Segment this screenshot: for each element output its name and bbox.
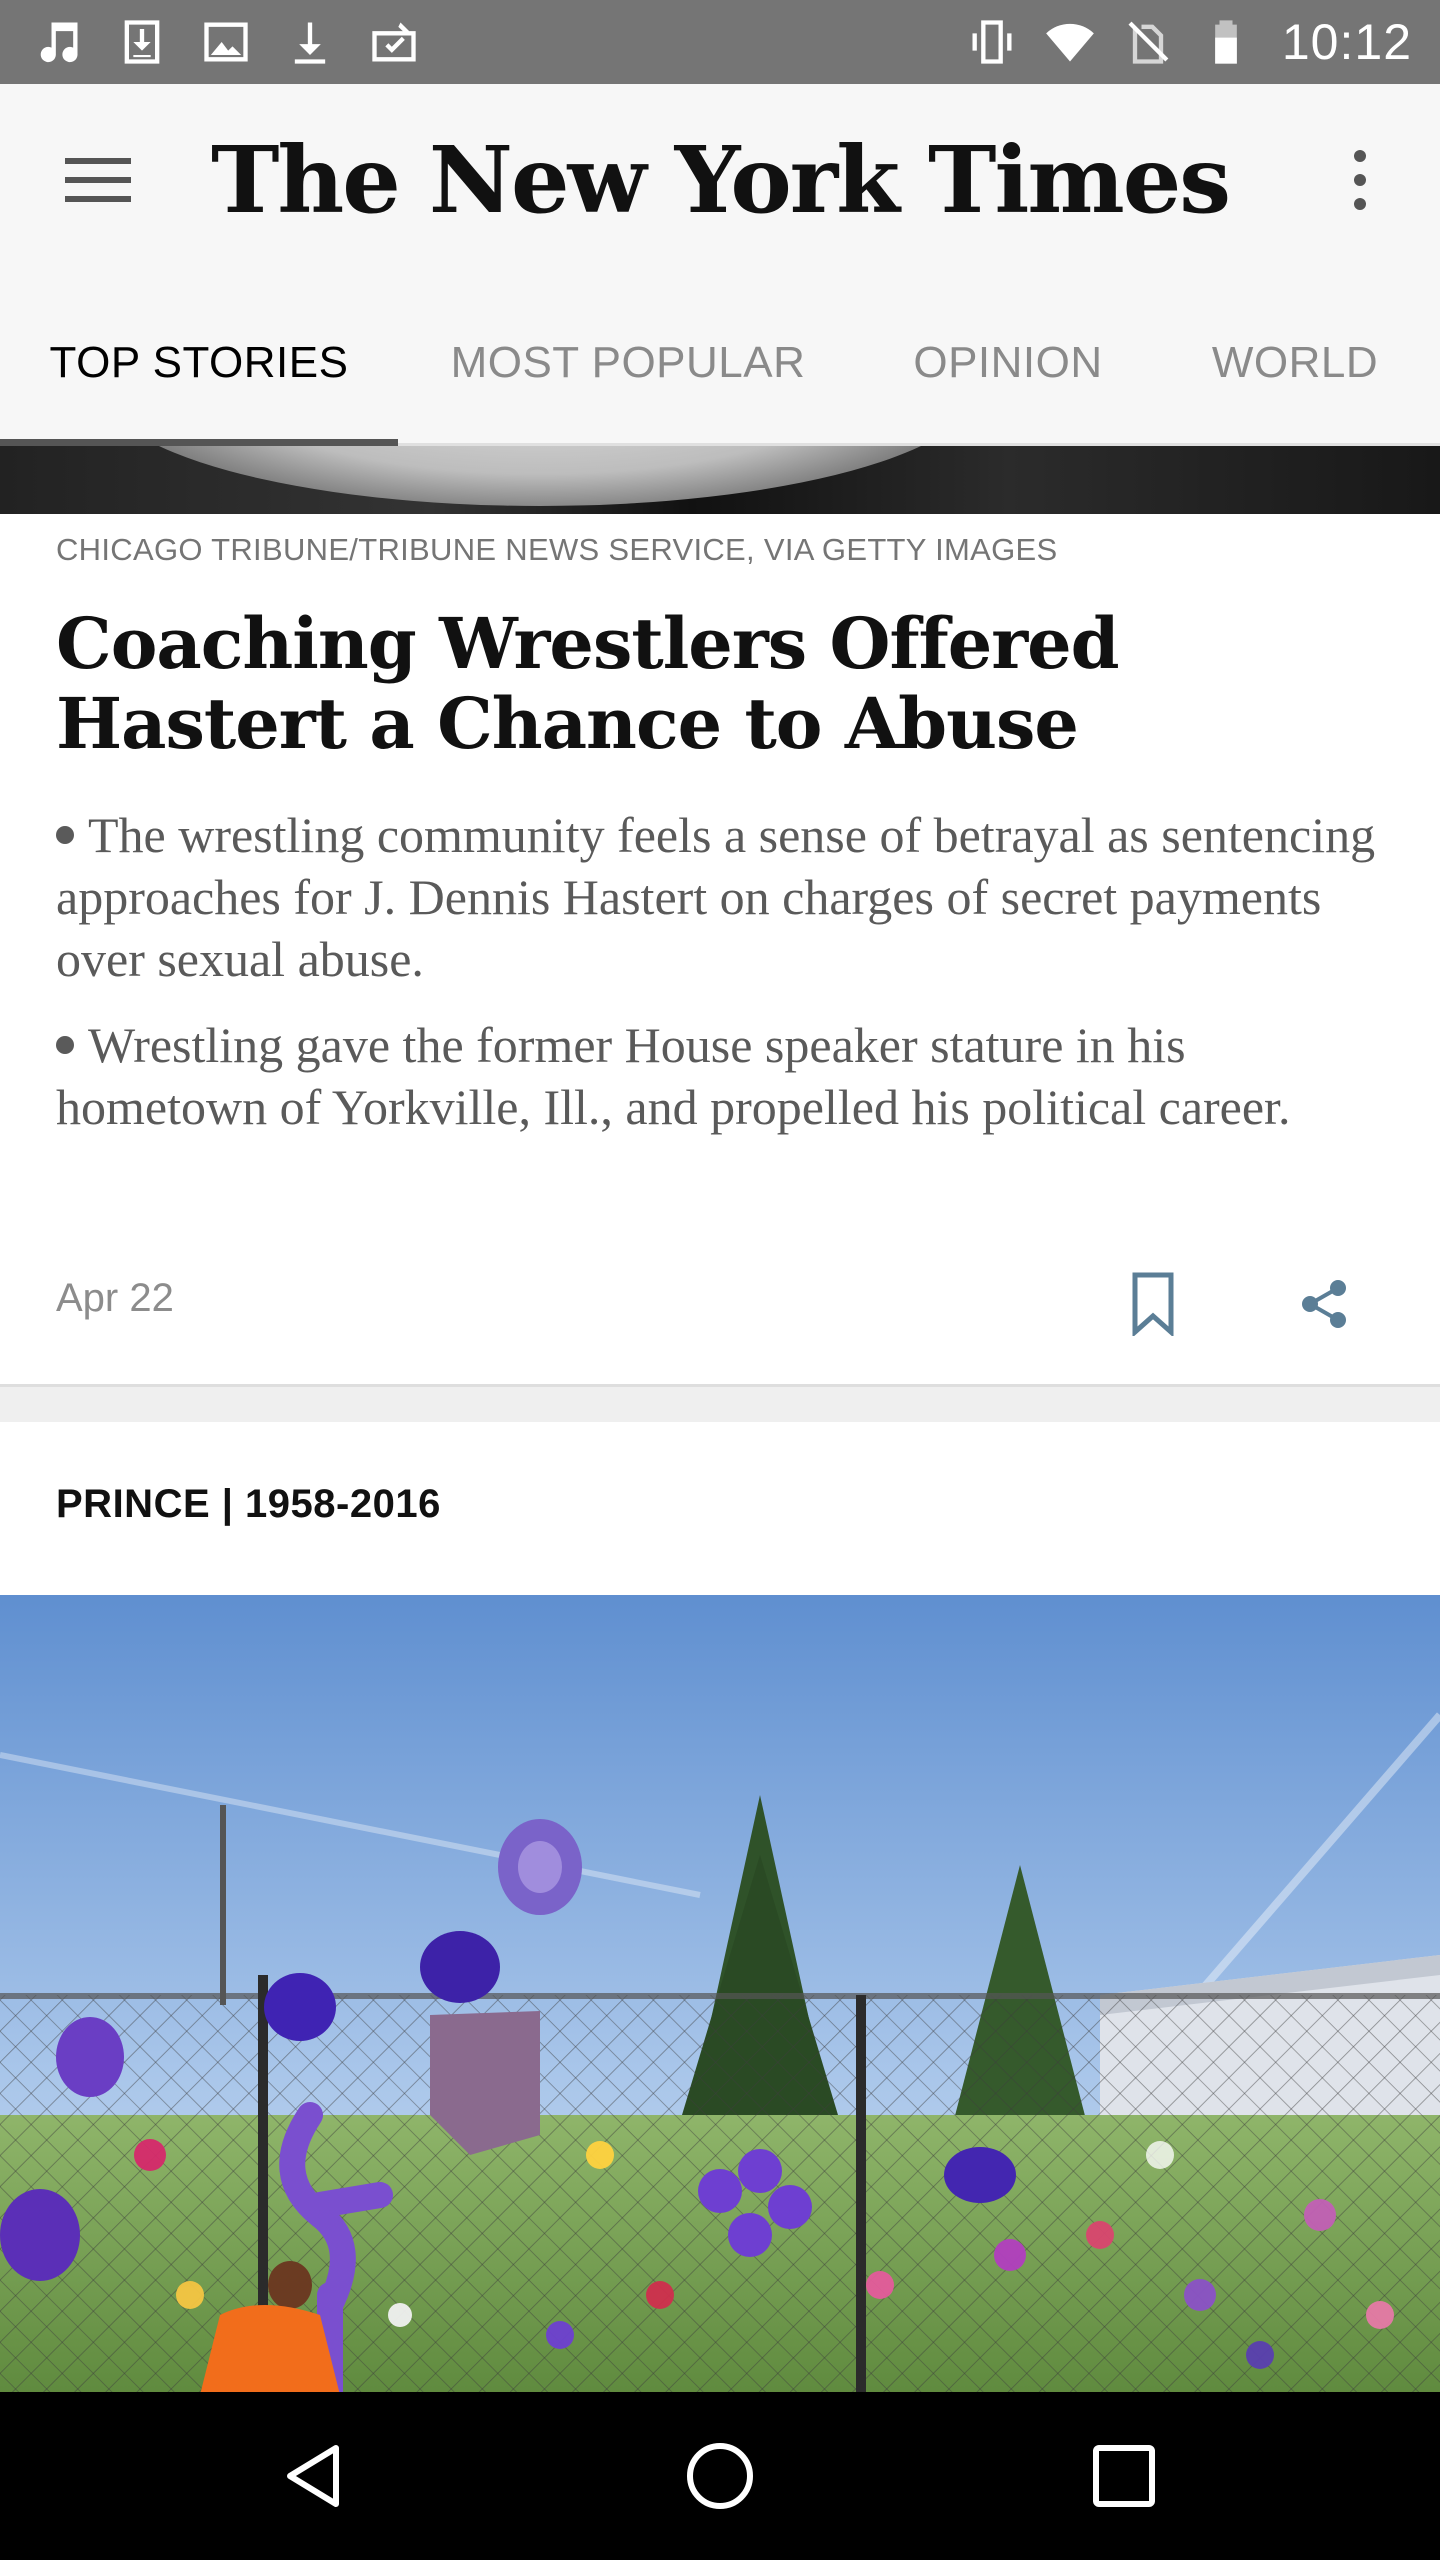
music-note-icon: [30, 14, 86, 70]
story-headline[interactable]: Coaching Wrestlers Offered Hastert a Cha…: [56, 604, 1376, 764]
briefcase-check-icon: [366, 14, 422, 70]
hamburger-menu-icon: [65, 158, 131, 202]
hero-image-detail: [100, 446, 980, 506]
nyt-logo: The New York Times: [210, 126, 1231, 234]
status-bar-system: 10:12: [964, 14, 1412, 70]
recents-icon: [1093, 2445, 1155, 2507]
status-bar: 10:12: [0, 0, 1440, 84]
story-divider: [0, 1384, 1440, 1422]
download-box-icon: [114, 14, 170, 70]
story-card[interactable]: CHICAGO TRIBUNE/TRIBUNE NEWS SERVICE, VI…: [0, 514, 1440, 1384]
hamburger-menu-button[interactable]: [48, 130, 148, 230]
status-bar-notifications: [30, 14, 422, 70]
tab-world[interactable]: WORLD: [1158, 280, 1432, 446]
section-tabs: TOP STORIES MOST POPULAR OPINION WORLD: [0, 280, 1440, 446]
share-icon: [1302, 1280, 1346, 1328]
home-button[interactable]: [670, 2426, 770, 2526]
story-summary-bullet: The wrestling community feels a sense of…: [56, 804, 1396, 990]
more-vert-icon: [1354, 150, 1366, 210]
story-summary-bullet: Wrestling gave the former House speaker …: [56, 1014, 1396, 1138]
wifi-icon: [1042, 14, 1098, 70]
back-icon: [287, 2445, 339, 2507]
bookmark-button[interactable]: [1118, 1264, 1188, 1344]
battery-icon: [1198, 14, 1254, 70]
no-sim-icon: [1120, 14, 1176, 70]
tab-top-stories[interactable]: TOP STORIES: [0, 280, 398, 446]
story-kicker: PRINCE | 1958-2016: [56, 1482, 441, 1526]
bullet-text: Wrestling gave the former House speaker …: [56, 1017, 1291, 1135]
story-date: Apr 22: [56, 1276, 174, 1320]
bullet-text: The wrestling community feels a sense of…: [56, 807, 1376, 987]
back-button[interactable]: [266, 2426, 366, 2526]
home-icon: [687, 2443, 753, 2509]
system-nav-bar: [0, 2392, 1440, 2560]
prince-memorial-photo: [0, 1595, 1440, 2395]
vibrate-icon: [964, 14, 1020, 70]
clock: 10:12: [1281, 14, 1412, 70]
bullet-dot: [56, 826, 74, 844]
story-hero-image[interactable]: [0, 446, 1440, 514]
active-tab-indicator: [0, 439, 398, 446]
tab-opinion[interactable]: OPINION: [858, 280, 1158, 446]
download-icon: [282, 14, 338, 70]
story-footer: Apr 22: [0, 1244, 1440, 1354]
image-icon: [198, 14, 254, 70]
share-button[interactable]: [1284, 1264, 1364, 1344]
story-card[interactable]: PRINCE | 1958-2016: [0, 1422, 1440, 2560]
bullet-dot: [56, 1036, 74, 1054]
story-photo[interactable]: [0, 1595, 1440, 2395]
app-bar: The New York Times: [0, 84, 1440, 280]
photo-credit: CHICAGO TRIBUNE/TRIBUNE NEWS SERVICE, VI…: [56, 532, 1058, 567]
more-options-button[interactable]: [1320, 130, 1400, 230]
tab-most-popular[interactable]: MOST POPULAR: [398, 280, 858, 446]
bookmark-icon: [1132, 1272, 1174, 1336]
recents-button[interactable]: [1074, 2426, 1174, 2526]
